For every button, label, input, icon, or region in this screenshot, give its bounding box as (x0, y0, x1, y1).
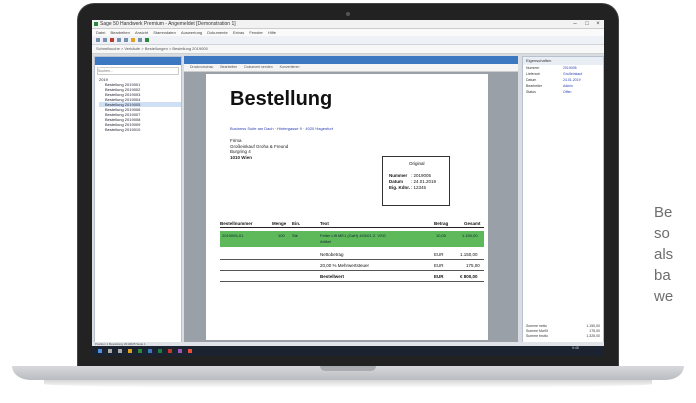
document-page: Bestellung Business Suite am Dach · Hint… (206, 74, 488, 340)
windows-start-icon[interactable] (98, 349, 102, 353)
app-icon[interactable] (188, 349, 192, 353)
excel-icon[interactable] (158, 349, 162, 353)
side-text: Be so als ba we (654, 202, 696, 307)
tool-convert[interactable]: Konvertieren (280, 65, 300, 69)
table-header: Bestellnummer Menge Ein. Text Betrag Ges… (220, 220, 484, 228)
maximize-button[interactable]: □ (582, 20, 592, 28)
refresh-icon[interactable] (138, 38, 142, 42)
menu-bearbeiten[interactable]: Bearbeiten (110, 30, 129, 35)
menu-datei[interactable]: Datei (96, 30, 105, 35)
tree-search-input[interactable]: Suchen... (97, 67, 179, 75)
document-info-box: Original Nummer: 2019005 Datum: 24.01.20… (382, 156, 450, 206)
document-title: Bestellung (230, 88, 333, 110)
menu-dokumente[interactable]: Dokumente (207, 30, 227, 35)
original-label: Original (409, 161, 425, 166)
col-gesamt: Gesamt (464, 221, 481, 226)
cell-ein: Stk (292, 233, 298, 238)
cell-menge: 100 (278, 233, 285, 238)
side-text-line: ba (654, 267, 671, 284)
pdf-icon[interactable] (168, 349, 172, 353)
laptop-base (12, 366, 684, 380)
side-text-line: so (654, 225, 670, 242)
save-icon[interactable] (117, 38, 121, 42)
cell-nr: 2019005-01 (222, 233, 244, 238)
tool-edit[interactable]: Bearbeiten (220, 65, 237, 69)
cell-text-2: Artikel (320, 239, 332, 244)
recipient-address: Firma Großeinkauf Groha & Freund Burgrin… (230, 138, 288, 160)
document-tab[interactable]: Bestellung 2019005 vom 24.01.2019 (184, 56, 518, 70)
menu-bar: Datei Bearbeiten Ansicht Stammdaten Ausw… (92, 29, 604, 36)
side-text-line: Be (654, 204, 673, 221)
col-text: Text (320, 221, 329, 226)
word-icon[interactable] (148, 349, 152, 353)
cell-betrag: 10,00 (436, 233, 447, 238)
col-ein: Ein. (292, 221, 301, 226)
menu-fenster[interactable]: Fenster (249, 30, 263, 35)
new-icon[interactable] (145, 38, 149, 42)
webcam-icon (346, 12, 350, 16)
window-titlebar: Sage 50 Handwerk Premium - Angemeldet [D… (92, 20, 604, 29)
tool-send[interactable]: Dokument senden (244, 65, 272, 69)
app-logo-icon (94, 22, 98, 26)
side-text-line: we (654, 288, 674, 305)
menu-extras[interactable]: Extras (233, 30, 244, 35)
menu-hilfe[interactable]: Hilfe (268, 30, 276, 35)
col-menge: Menge (272, 221, 287, 226)
tree-item[interactable]: Bestellung 2019010 (99, 127, 181, 132)
totals-footer: Summe netto 1.150,00 Summe MwSt 175,00 S… (523, 324, 603, 339)
laptop-lid: Sage 50 Handwerk Premium - Angemeldet [D… (78, 4, 618, 368)
app-icon[interactable] (178, 349, 182, 353)
breadcrumb: Schnellsuche > Verkäufe > Bestellungen >… (92, 45, 604, 54)
properties-header: Eigenschaften (523, 57, 603, 65)
summary-total-row: Bestellwert EUR € 800,00 (220, 273, 484, 282)
tree-list: 2019 Bestellung 2019001 Bestellung 20190… (95, 77, 181, 132)
print-icon[interactable] (124, 38, 128, 42)
summary-row: Nettobetrag EUR 1.150,00 (220, 251, 484, 260)
system-clock[interactable]: 9:45 (572, 346, 579, 351)
total-row: Summe brutto 1.325,00 (526, 334, 600, 338)
info-row: Eig. Kdnr.: 12345 (389, 185, 427, 190)
table-row-selected[interactable]: 2019005-01 100 Stk Fetter Lift ME1 (GaH)… (220, 231, 484, 247)
side-text-line: als (654, 246, 674, 263)
tree-header: Bestellungen (95, 57, 181, 71)
sender-line: Business Suite am Dach · Hintergasse 9 ·… (230, 126, 333, 131)
col-betrag: Betrag (434, 221, 449, 226)
property-row: Status Offen (526, 90, 572, 94)
toolbar (92, 36, 604, 45)
window-title: Sage 50 Handwerk Premium - Angemeldet [D… (100, 21, 236, 27)
clock-time: 9:45 (572, 346, 579, 350)
folder-icon[interactable] (131, 38, 135, 42)
task-view-icon[interactable] (118, 349, 122, 353)
menu-stammdaten[interactable]: Stammdaten (153, 30, 176, 35)
close-button[interactable]: × (593, 20, 603, 28)
cell-text: Fetter Lift ME1 (GaH) 403/01 Z. VSG (320, 233, 386, 238)
tool-preview[interactable]: Druckvorschau (190, 65, 213, 69)
search-icon[interactable] (108, 349, 112, 353)
navigation-tree: Bestellungen Suchen... 2019 Bestellung 2… (94, 56, 182, 344)
document-toolbar: Druckvorschau Bearbeiten Dokument senden… (184, 64, 518, 72)
minimize-button[interactable]: – (570, 20, 580, 28)
back-icon[interactable] (96, 38, 100, 42)
explorer-icon[interactable] (128, 349, 132, 353)
cell-gesamt: 1.150,00 (462, 233, 478, 238)
menu-ansicht[interactable]: Ansicht (135, 30, 148, 35)
recipient-city: 1010 Wien (230, 154, 252, 160)
breadcrumb-text[interactable]: Schnellsuche > Verkäufe > Bestellungen >… (96, 46, 208, 51)
properties-panel: Eigenschaften Nummer 2019005 Lieferant Gro… (522, 56, 604, 344)
delete-icon[interactable] (110, 38, 114, 42)
col-bestellnummer: Bestellnummer (220, 221, 253, 226)
menu-auswertung[interactable]: Auswertung (181, 30, 202, 35)
forward-icon[interactable] (103, 38, 107, 42)
taskbar: 9:45 (92, 346, 604, 356)
summary-row: 20,00 % Mehrwertsteuer EUR 175,00 (220, 262, 484, 271)
sage-app-icon[interactable] (138, 349, 142, 353)
laptop-shadow (44, 380, 652, 388)
laptop-screen: Sage 50 Handwerk Premium - Angemeldet [D… (92, 20, 604, 356)
laptop-notch (320, 366, 376, 371)
